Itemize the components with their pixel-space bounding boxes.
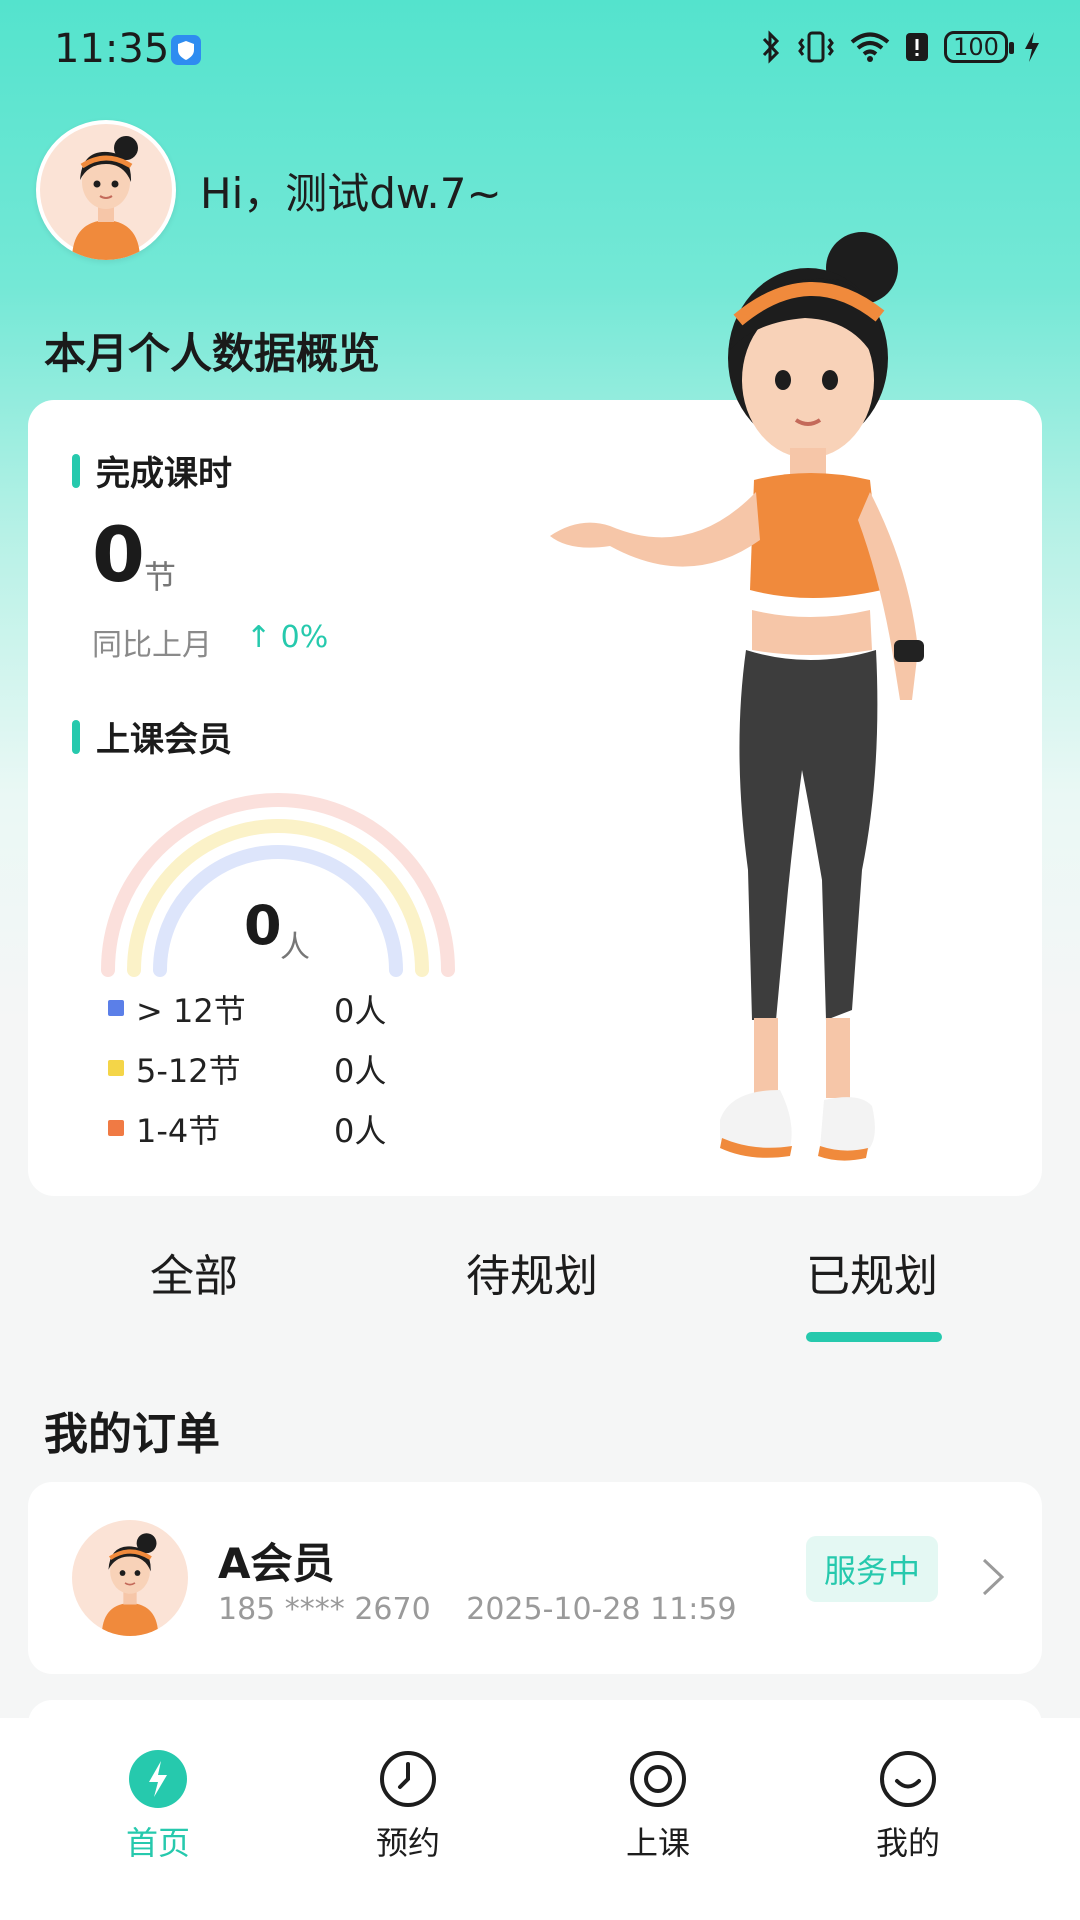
nav-label: 预约 <box>375 1824 440 1862</box>
bottom-navigation: 首页 预约 上课 我的 <box>0 1718 1080 1920</box>
bluetooth-icon <box>762 30 780 64</box>
legend-label: 5-12节 <box>136 1052 241 1090</box>
nav-label: 我的 <box>875 1824 940 1862</box>
battery-icon: 100 <box>944 31 1014 63</box>
member-avatar <box>72 1520 188 1636</box>
compare-value: ↑ 0% <box>246 620 329 655</box>
user-avatar[interactable] <box>36 120 176 260</box>
legend-dot-blue <box>108 1000 124 1016</box>
overview-title: 本月个人数据概览 <box>44 329 381 378</box>
legend-value: 0人 <box>334 1112 387 1150</box>
legend-row: 5-12节 0人 <box>108 1046 428 1090</box>
order-card[interactable]: A会员 185 **** 2670 2025-10-28 11:59 服务中 <box>28 1482 1042 1674</box>
order-time: 2025-10-28 11:59 <box>466 1592 737 1627</box>
status-badge: 服务中 <box>806 1536 939 1602</box>
order-meta: 185 **** 2670 2025-10-28 11:59 <box>218 1592 763 1627</box>
vibrate-icon <box>798 31 834 63</box>
members-label: 上课会员 <box>72 712 232 761</box>
security-shield-icon <box>171 35 201 65</box>
target-icon <box>630 1751 686 1807</box>
legend-row: 1-4节 0人 <box>108 1106 428 1150</box>
tab-pending[interactable]: 待规划 <box>466 1240 598 1304</box>
legend-dot-yellow <box>108 1060 124 1076</box>
alert-icon <box>906 33 928 61</box>
legend-value: 0人 <box>334 992 387 1030</box>
clock-icon <box>380 1751 436 1807</box>
members-value: 0 <box>244 894 282 957</box>
active-tab-indicator <box>806 1332 942 1342</box>
avatar-illustration-icon <box>40 124 172 260</box>
legend-label: > 12节 <box>136 992 246 1030</box>
legend-label: 1-4节 <box>136 1112 221 1150</box>
compare-label: 同比上月 <box>92 628 212 663</box>
order-member-name: A会员 <box>218 1539 335 1588</box>
fitness-girl-illustration <box>550 232 924 1161</box>
charging-icon <box>1025 32 1039 62</box>
legend-dot-orange <box>108 1120 124 1136</box>
nav-booking[interactable]: 预约 <box>338 1748 478 1864</box>
nav-mine[interactable]: 我的 <box>838 1748 978 1864</box>
legend-row: > 12节 0人 <box>108 986 428 1030</box>
completed-lessons-unit: 节 <box>144 558 177 596</box>
tab-all[interactable]: 全部 <box>150 1240 238 1304</box>
bolt-icon <box>129 1750 187 1808</box>
tab-planned[interactable]: 已规划 <box>806 1240 938 1304</box>
status-time: 11:35 <box>54 26 170 72</box>
completed-lessons-label: 完成课时 <box>72 446 232 495</box>
order-phone: 185 **** 2670 <box>218 1592 431 1627</box>
nav-class[interactable]: 上课 <box>588 1748 728 1864</box>
nav-home[interactable]: 首页 <box>88 1748 228 1864</box>
nav-label: 首页 <box>125 1824 190 1862</box>
status-icons: 100 <box>760 30 1042 64</box>
nav-label: 上课 <box>625 1824 690 1862</box>
smile-icon <box>880 1751 936 1807</box>
wifi-icon <box>850 32 890 62</box>
chevron-right-icon <box>982 1558 1005 1596</box>
avatar-illustration-icon <box>101 1533 159 1636</box>
status-bar: 11:35 100 <box>0 0 1080 100</box>
members-unit: 人 <box>280 930 310 965</box>
legend-value: 0人 <box>334 1052 387 1090</box>
greeting-text: Hi，测试dw.7~ <box>200 169 502 218</box>
completed-lessons-value: 0 <box>92 510 145 599</box>
orders-title: 我的订单 <box>44 1409 220 1460</box>
